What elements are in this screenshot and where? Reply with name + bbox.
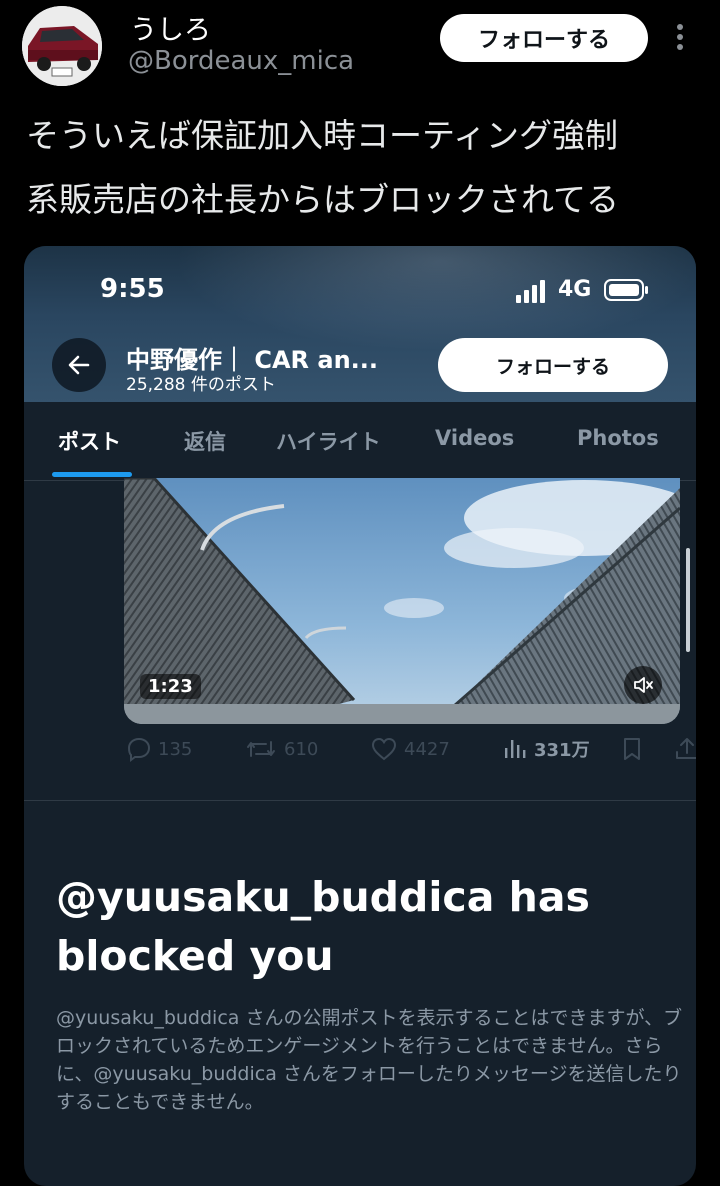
blocked-title: @yuusaku_buddica has blocked you (56, 873, 590, 980)
reply-action[interactable]: 135 (126, 736, 192, 762)
avatar[interactable] (22, 6, 102, 86)
share-icon (676, 738, 696, 759)
back-button[interactable] (52, 338, 106, 392)
reply-count: 135 (158, 738, 193, 760)
tab-photos[interactable]: Photos (577, 426, 659, 450)
tab-videos[interactable]: Videos (435, 426, 514, 450)
tab-posts[interactable]: ポスト (58, 426, 121, 456)
more-options-icon[interactable] (668, 22, 692, 52)
active-tab-indicator (52, 472, 132, 477)
video-player[interactable]: 1:23 (124, 478, 680, 724)
follow-button[interactable]: フォローする (440, 14, 648, 62)
status-bar-time: 9:55 (100, 274, 165, 304)
network-type: 4G (558, 277, 592, 302)
repost-count: 610 (284, 738, 319, 760)
signal-icon (516, 280, 545, 303)
repost-icon (247, 741, 275, 757)
highway-video-frame (124, 478, 680, 724)
tweet-text-line: 系販売店の社長からはブロックされてる (26, 180, 620, 219)
bookmark-icon (624, 738, 640, 760)
views-chart-icon (505, 740, 526, 758)
scrollbar[interactable] (686, 548, 690, 652)
mute-button[interactable] (624, 666, 662, 704)
speaker-muted-icon (634, 677, 653, 693)
tweet-text: そういえば保証加入時コーティング強制 系販売店の社長からはブロックされてる (26, 104, 706, 232)
bookmark-action[interactable] (620, 736, 644, 762)
profile-follow-button[interactable]: フォローする (438, 338, 668, 392)
embedded-screenshot[interactable]: 9:55 4G 中野優作｜ CAR an... 25,288 件のポスト フォロ… (24, 246, 696, 1186)
repost-action[interactable]: 610 (244, 736, 318, 762)
video-duration: 1:23 (140, 674, 201, 699)
battery-icon (604, 279, 648, 301)
divider (24, 800, 696, 801)
reply-icon (127, 737, 151, 762)
display-name[interactable]: うしろ (130, 8, 211, 47)
tab-highlights[interactable]: ハイライト (276, 426, 381, 456)
like-action[interactable]: 4427 (370, 736, 450, 762)
user-handle[interactable]: @Bordeaux_mica (128, 46, 354, 76)
post-count: 25,288 件のポスト (126, 375, 276, 395)
share-action[interactable] (674, 736, 696, 762)
car-avatar-image (22, 6, 102, 86)
profile-tabs: ポスト 返信 ハイライト Videos Photos (24, 402, 696, 481)
tweet-text-line: そういえば保証加入時コーティング強制 (26, 116, 619, 155)
views-action[interactable]: 331万 (502, 736, 590, 762)
view-count: 331万 (534, 740, 590, 761)
engagement-bar: 135 610 4427 331万 (124, 736, 696, 770)
tab-replies[interactable]: 返信 (184, 426, 226, 456)
like-count: 4427 (404, 738, 450, 760)
heart-icon (371, 737, 397, 761)
arrow-left-icon (68, 355, 90, 375)
blocked-description: @yuusaku_buddica さんの公開ポストを表示することはできますが、ブ… (56, 1007, 683, 1113)
